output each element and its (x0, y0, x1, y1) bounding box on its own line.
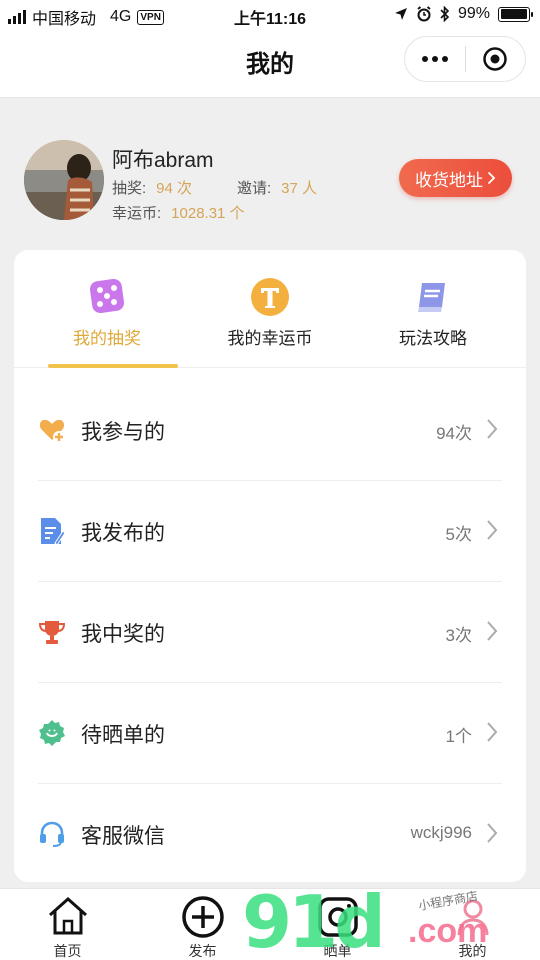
invite-count-stat: 邀请: 37 人 (237, 177, 317, 198)
watermark-logo: 91d (242, 880, 386, 960)
draw-count-stat: 抽奖: 94 次 (112, 177, 192, 198)
list-item-value: 5次 (445, 525, 472, 544)
more-menu-icon[interactable] (405, 56, 465, 62)
active-tab-indicator (48, 364, 178, 368)
list-item-label: 待晒单的 (81, 724, 165, 747)
draw-count-label: 抽奖: (112, 180, 147, 197)
coin-balance-label: 幸运币: (112, 205, 162, 222)
list-item-value: 3次 (445, 626, 472, 645)
chevron-right-icon (487, 621, 498, 641)
draw-count-value: 94 次 (156, 180, 193, 197)
watermark-suffix: .com (408, 912, 488, 950)
list-item-value: 94次 (436, 424, 472, 443)
list-item-label: 我参与的 (81, 421, 165, 444)
tabbar-item-home[interactable]: 首页 (0, 889, 135, 960)
list-item-participated[interactable]: 我参与的 94次 (38, 380, 502, 481)
chevron-right-icon (487, 823, 498, 843)
tab-my-lottery[interactable]: 我的抽奖 (22, 250, 192, 368)
chevron-right-icon (487, 171, 496, 185)
tab-my-lucky-coins-label: 我的幸运币 (227, 329, 313, 348)
alarm-icon (417, 6, 431, 22)
tab-my-lucky-coins[interactable]: 我的幸运币 (185, 250, 355, 368)
status-right: 99% (394, 5, 533, 23)
home-icon (0, 895, 135, 937)
book-icon (348, 277, 518, 317)
invite-count-label: 邀请: (237, 180, 272, 197)
list-item-published[interactable]: 我发布的 5次 (38, 481, 502, 582)
document-edit-icon (38, 517, 66, 546)
heart-plus-icon (38, 416, 66, 444)
username: 阿布abram (112, 149, 214, 172)
battery-icon (498, 6, 533, 22)
trophy-icon (38, 618, 66, 646)
list-item-label: 我中奖的 (81, 623, 165, 646)
coin-balance-stat: 幸运币: 1028.31 个 (112, 202, 245, 223)
profile-header: 阿布abram 抽奖: 94 次 邀请: 37 人 幸运币: 1028.31 个 收货… (24, 140, 524, 222)
shipping-address-label: 收货地址 (415, 170, 483, 190)
mini-program-capsule (404, 36, 526, 82)
list-item-label: 我发布的 (81, 522, 165, 545)
avatar[interactable] (24, 140, 104, 220)
chevron-right-icon (487, 419, 498, 439)
shipping-address-button[interactable]: 收货地址 (399, 159, 512, 197)
navigation-bar: 我的 (0, 30, 540, 98)
tabbar-label: 首页 (53, 943, 82, 959)
battery-percent: 99% (457, 5, 490, 22)
coin-balance-value: 1028.31 个 (171, 205, 245, 222)
list-item-value: wckj996 (410, 823, 472, 842)
status-bar: 中国移动 4G VPN 上午11:16 99% (0, 0, 540, 30)
close-target-icon[interactable] (465, 46, 525, 72)
list-item-pending-review[interactable]: 待晒单的 1个 (38, 683, 502, 784)
invite-count-value: 37 人 (281, 180, 318, 197)
list-item-won[interactable]: 我中奖的 3次 (38, 582, 502, 683)
chevron-right-icon (487, 722, 498, 742)
list-item-label: 客服微信 (81, 825, 165, 848)
list-item-customer-service-wechat[interactable]: 客服微信 wckj996 (38, 784, 502, 885)
bluetooth-icon (440, 6, 450, 22)
chevron-right-icon (487, 520, 498, 540)
headset-icon (38, 820, 66, 848)
tab-strip: 我的抽奖 我的幸运币 玩法攻略 (14, 250, 526, 368)
tab-guide[interactable]: 玩法攻略 (348, 250, 518, 368)
tab-my-lottery-label: 我的抽奖 (73, 329, 141, 348)
list-item-value: 1个 (445, 727, 472, 746)
smile-badge-icon (38, 719, 66, 747)
coin-t-icon (185, 277, 355, 317)
location-arrow-icon (394, 8, 407, 20)
tab-guide-label: 玩法攻略 (399, 329, 467, 348)
dice-icon (22, 277, 192, 315)
my-lottery-card: 我的抽奖 我的幸运币 玩法攻略 我参与的 94次 我发布的 5次 我中奖的 3次… (14, 250, 526, 882)
